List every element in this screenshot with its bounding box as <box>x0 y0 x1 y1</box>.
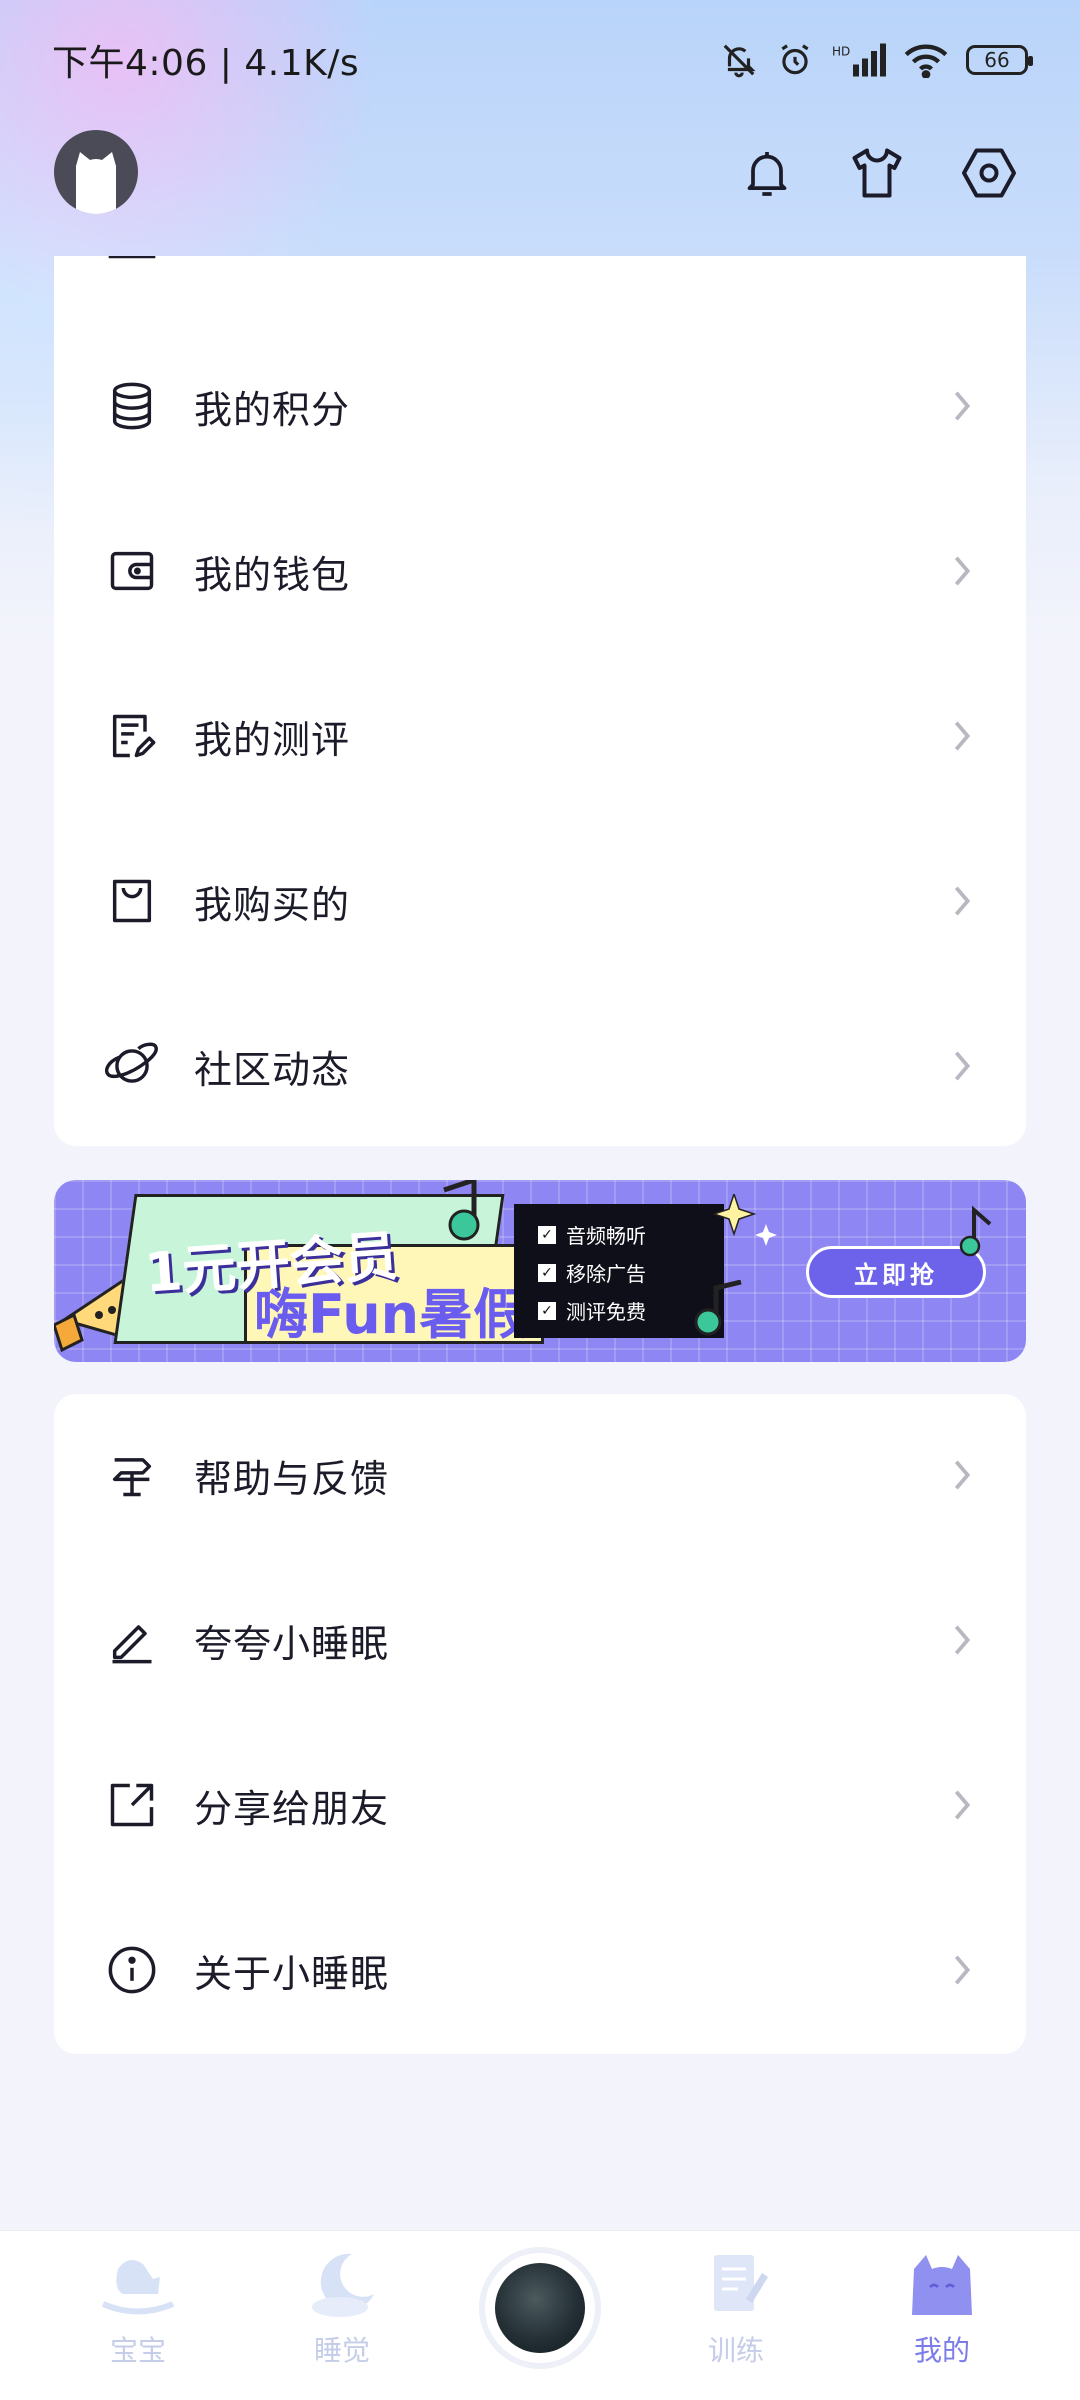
music-note-icon <box>959 1205 992 1257</box>
rocking-horse-icon <box>98 2249 178 2319</box>
battery-indicator: 66 <box>966 45 1033 75</box>
menu-item-label: 我的积分 <box>194 387 351 432</box>
profile-header <box>0 128 1080 218</box>
menu-item-praise[interactable]: 夸夸小睡眠 <box>54 1570 1026 1710</box>
status-icons: HD 66 <box>720 41 1033 79</box>
checkbox-checked-icon: ✓ <box>538 1263 556 1282</box>
chevron-right-icon <box>950 1785 974 1825</box>
music-note-icon <box>694 1280 742 1336</box>
benefit-free-assessment: ✓ 测评免费 <box>538 1296 646 1325</box>
menu-item-community[interactable]: 社区动态 <box>54 996 1026 1136</box>
svg-text:HD: HD <box>832 45 850 59</box>
signal-icon: HD <box>832 43 886 77</box>
tab-label: 睡觉 <box>313 2334 370 2367</box>
benefit-label: 移除广告 <box>566 1262 646 1286</box>
coins-stack-icon <box>104 378 160 434</box>
alarm-icon <box>781 44 809 75</box>
tab-label: 训练 <box>707 2334 764 2367</box>
outfit-button[interactable] <box>846 142 908 204</box>
pen-icon <box>104 1612 160 1668</box>
menu-item-label: 我的测评 <box>194 717 351 762</box>
settings-button[interactable] <box>958 142 1020 204</box>
menu-item-label: 帮助与反馈 <box>194 1456 390 1501</box>
settings-hexagon-icon <box>962 148 1016 198</box>
menu-card-account: 我的积分 我的钱包 我的测评 我购买的 社区动态 <box>54 256 1026 1146</box>
app-root: 下午4:06 | 4.1K/s HD 66 我的积分 我的钱包 我的测评 我购买… <box>0 0 1080 2400</box>
partially-hidden-row <box>54 256 1026 284</box>
menu-item-about[interactable]: 关于小睡眠 <box>54 1900 1026 2040</box>
status-time: 下午4:06 | 4.1K/s <box>52 43 360 84</box>
membership-promo-banner[interactable]: 1元开会员 嗨Fun暑假 ✓ 音频畅听 ✓ 移除广告 ✓ 测评免费 立即抢 <box>54 1180 1026 1362</box>
bottom-navigation: 宝宝 睡觉 训练 我的 <box>0 2230 1080 2400</box>
cat-icon <box>902 2249 982 2319</box>
document-edit-icon <box>104 708 160 764</box>
now-playing-disc[interactable] <box>485 2253 595 2363</box>
music-note-icon <box>443 1180 480 1241</box>
notification-button[interactable] <box>736 142 798 204</box>
chevron-right-icon <box>950 1620 974 1660</box>
chevron-right-icon <box>950 716 974 756</box>
notebook-icon <box>696 2249 776 2319</box>
chevron-right-icon <box>950 551 974 591</box>
tab-baby[interactable]: 宝宝 <box>58 2249 218 2389</box>
album-cover <box>495 2263 585 2353</box>
sparkle-icon <box>714 1194 777 1246</box>
shopping-bag-icon <box>104 873 160 929</box>
banner-title-line2: 嗨Fun暑假 <box>254 1283 528 1346</box>
menu-card-support: 帮助与反馈 夸夸小睡眠 分享给朋友 关于小睡眠 <box>54 1394 1026 2054</box>
avatar[interactable] <box>54 130 138 214</box>
tshirt-icon <box>852 148 902 198</box>
planet-icon <box>104 1038 160 1094</box>
benefit-no-ads: ✓ 移除广告 <box>538 1258 646 1287</box>
menu-item-points[interactable]: 我的积分 <box>54 336 1026 476</box>
menu-item-share[interactable]: 分享给朋友 <box>54 1735 1026 1875</box>
menu-item-label: 我的钱包 <box>194 552 351 597</box>
battery-level: 66 <box>984 48 1010 72</box>
checkbox-checked-icon: ✓ <box>538 1301 556 1320</box>
menu-item-label: 我购买的 <box>194 882 351 927</box>
tab-label: 我的 <box>913 2334 970 2367</box>
checkbox-checked-icon: ✓ <box>538 1225 556 1244</box>
benefit-label: 测评免费 <box>566 1300 646 1324</box>
menu-item-assessment[interactable]: 我的测评 <box>54 666 1026 806</box>
cat-avatar-icon <box>76 152 116 214</box>
benefit-label: 音频畅听 <box>566 1224 646 1248</box>
bell-muted-icon <box>723 44 756 78</box>
menu-item-wallet[interactable]: 我的钱包 <box>54 501 1026 641</box>
tab-training[interactable]: 训练 <box>656 2249 816 2389</box>
benefit-audio: ✓ 音频畅听 <box>538 1220 646 1249</box>
chevron-right-icon <box>950 1046 974 1086</box>
chevron-right-icon <box>950 881 974 921</box>
moon-cloud-icon <box>302 2249 382 2319</box>
menu-item-purchased[interactable]: 我购买的 <box>54 831 1026 971</box>
tab-label: 宝宝 <box>109 2334 166 2367</box>
menu-item-label: 分享给朋友 <box>194 1786 390 1831</box>
menu-item-label: 社区动态 <box>194 1047 351 1092</box>
signpost-icon <box>104 1447 160 1503</box>
tab-mine[interactable]: 我的 <box>862 2249 1022 2389</box>
chevron-right-icon <box>950 1950 974 1990</box>
bell-icon <box>747 152 787 196</box>
status-bar: 下午4:06 | 4.1K/s HD 66 <box>0 0 1080 120</box>
wallet-icon <box>104 543 160 599</box>
wifi-icon <box>904 44 948 78</box>
info-circle-icon <box>104 1942 160 1998</box>
tab-sleep[interactable]: 睡觉 <box>262 2249 422 2389</box>
menu-item-label: 关于小睡眠 <box>194 1951 390 1996</box>
menu-item-help-feedback[interactable]: 帮助与反馈 <box>54 1405 1026 1545</box>
chevron-right-icon <box>950 1455 974 1495</box>
menu-item-label: 夸夸小睡眠 <box>194 1621 390 1666</box>
chevron-right-icon <box>950 386 974 426</box>
share-external-icon <box>104 1777 160 1833</box>
